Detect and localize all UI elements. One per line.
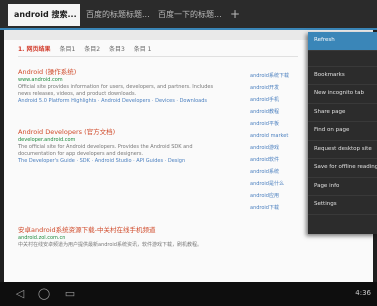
result-url[interactable]: developer.android.com bbox=[18, 137, 238, 144]
related-link[interactable]: android market bbox=[250, 130, 306, 142]
tab-label: 百度的标题标题... bbox=[86, 10, 150, 19]
browser-tab-strip: android 搜索...× 百度的标题标题...× 百度一下的标题...× + bbox=[0, 0, 377, 30]
result-title-link[interactable]: Android (操作系统) bbox=[18, 68, 238, 77]
divider bbox=[18, 56, 298, 57]
search-filter-bar: 1. 网页结果 条目1 条目2 条目3 条目 1 bbox=[18, 44, 158, 53]
result-description: documentation for app developers and des… bbox=[18, 151, 144, 157]
related-link[interactable]: android游戏 bbox=[250, 142, 306, 154]
search-result: 安卓android系统资源下载-中关村在线手机频道 android.zol.co… bbox=[18, 226, 238, 249]
related-link[interactable]: android平板 bbox=[250, 118, 306, 130]
menu-item-new-incognito-tab[interactable]: New incognito tab bbox=[308, 85, 377, 104]
result-description: Official site provides information for u… bbox=[18, 84, 214, 90]
menu-item-find-on-page[interactable]: Find on page bbox=[308, 122, 377, 141]
menu-item-page-info[interactable]: Page info bbox=[308, 178, 377, 196]
search-result: Android (操作系统) www.android.com Official … bbox=[18, 68, 238, 105]
result-title-link[interactable]: Android Developers (官方文档) bbox=[18, 128, 238, 137]
menu-item-settings[interactable]: Settings bbox=[308, 196, 377, 215]
tab-third[interactable]: 百度一下的标题...× bbox=[152, 4, 226, 26]
result-url[interactable]: www.android.com bbox=[18, 77, 238, 84]
tab-second[interactable]: 百度的标题标题...× bbox=[80, 4, 152, 26]
menu-item-refresh[interactable]: Refresh bbox=[308, 32, 377, 51]
menu-spacer bbox=[308, 51, 377, 67]
result-sitelinks[interactable]: Android 5.0 Platform Highlights · Androi… bbox=[18, 98, 238, 105]
search-result: Android Developers (官方文档) developer.andr… bbox=[18, 128, 238, 165]
related-link[interactable]: android教程 bbox=[250, 106, 306, 118]
related-link[interactable]: android系统 bbox=[250, 166, 306, 178]
related-link[interactable]: android是什么 bbox=[250, 178, 306, 190]
filter-item[interactable]: 条目 1 bbox=[134, 46, 152, 53]
related-link[interactable]: android系统下载 bbox=[250, 70, 306, 82]
result-description: The official site for Android developers… bbox=[18, 144, 193, 150]
filter-item[interactable]: 条目3 bbox=[109, 46, 125, 53]
menu-item-share-page[interactable]: Share page bbox=[308, 104, 377, 122]
menu-item-bookmarks[interactable]: Bookmarks bbox=[308, 67, 377, 85]
result-url[interactable]: android.zol.com.cn bbox=[18, 235, 238, 242]
status-clock: 4:36 bbox=[355, 289, 371, 297]
back-icon[interactable]: ◁ bbox=[10, 286, 30, 302]
tab-label: 百度一下的标题... bbox=[158, 10, 222, 19]
system-nav-bar: ◁ ◯ ▭ 4:36 bbox=[0, 282, 377, 306]
recent-apps-icon[interactable]: ▭ bbox=[60, 286, 80, 302]
menu-item-request-desktop-site[interactable]: Request desktop site bbox=[308, 141, 377, 159]
filter-web[interactable]: 1. 网页结果 bbox=[18, 46, 51, 53]
tab-android-search[interactable]: android 搜索...× bbox=[8, 4, 80, 26]
related-link[interactable]: android手机 bbox=[250, 94, 306, 106]
overflow-menu: Refresh Bookmarks New incognito tab Shar… bbox=[308, 32, 377, 234]
related-link[interactable]: android下载 bbox=[250, 202, 306, 214]
menu-item-save-offline[interactable]: Save for offline reading bbox=[308, 159, 377, 178]
filter-item[interactable]: 条目2 bbox=[84, 46, 100, 53]
home-icon[interactable]: ◯ bbox=[34, 286, 54, 302]
related-link[interactable]: android应用 bbox=[250, 190, 306, 202]
related-link[interactable]: android开发 bbox=[250, 82, 306, 94]
result-description: 中关村在线安卓频道为用户提供最新android系统资讯，软件游戏下载，刷机教程。 bbox=[18, 242, 202, 248]
result-sitelinks[interactable]: The Developer's Guide · SDK · Android St… bbox=[18, 158, 238, 165]
filter-item[interactable]: 条目1 bbox=[59, 46, 75, 53]
related-link[interactable]: android软件 bbox=[250, 154, 306, 166]
result-title-link[interactable]: 安卓android系统资源下载-中关村在线手机频道 bbox=[18, 226, 238, 235]
tab-label: android 搜索... bbox=[14, 10, 77, 19]
result-description: news releases, videos, and product downl… bbox=[18, 91, 137, 97]
related-searches: android系统下载 android开发 android手机 android教… bbox=[250, 70, 306, 214]
new-tab-button[interactable]: + bbox=[228, 6, 242, 22]
